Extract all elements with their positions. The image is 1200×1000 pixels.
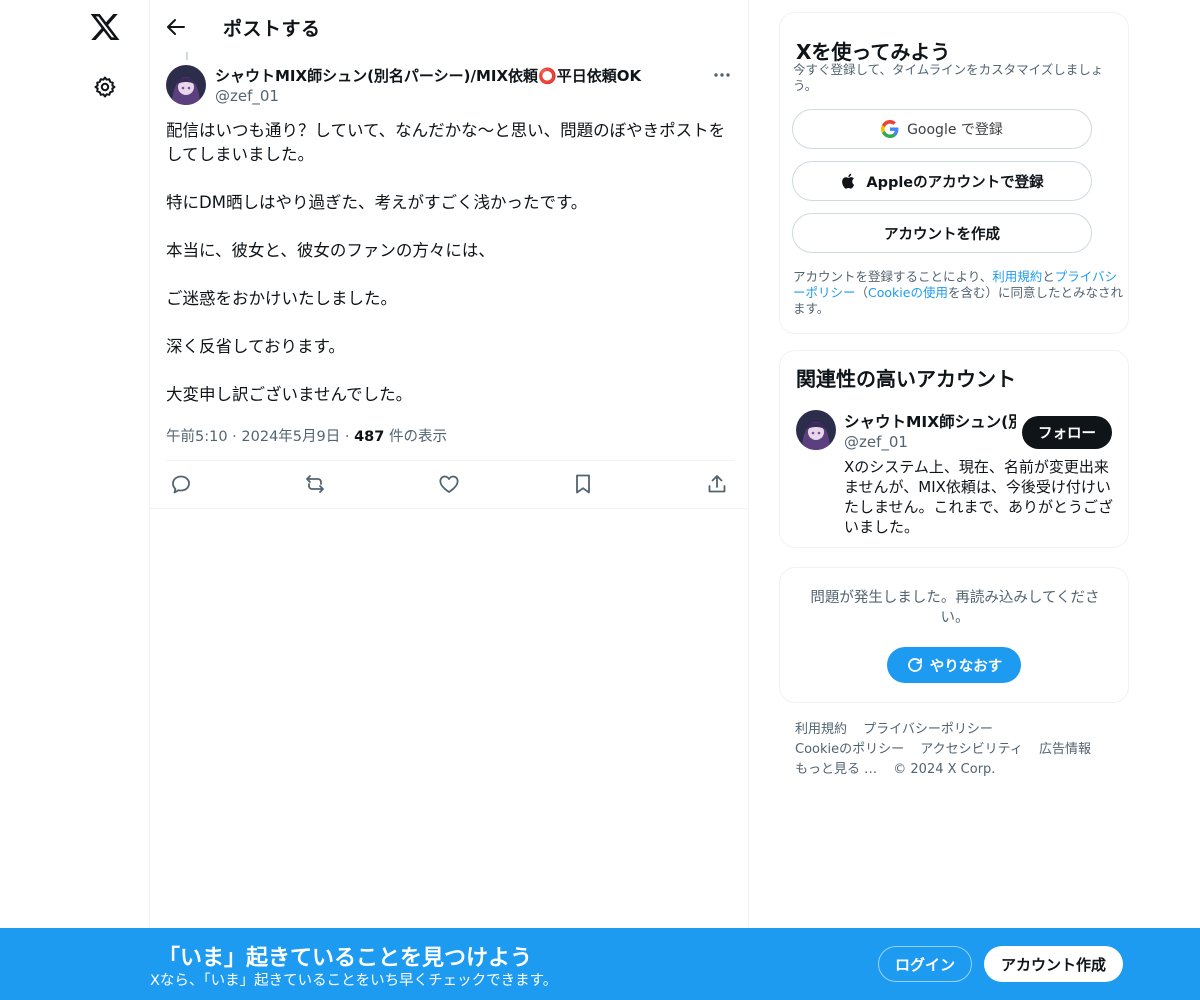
post-time[interactable]: 午前5:10 [166,429,228,445]
post-paragraph: 特にDM晒しはやり過ぎた、考えがすごく浅かったです。 [166,193,588,212]
retry-label: やりなおす [929,658,1003,675]
post-paragraph: ご迷惑をおかけいたしました。 [166,289,397,308]
signup-button[interactable]: アカウント作成 [984,946,1123,982]
footer-links: 利用規約 プライバシーポリシー Cookieのポリシー アクセシビリティ 広告情… [795,720,1125,780]
left-nav [0,0,150,1000]
settings-gear-icon[interactable] [93,75,117,99]
post-paragraph: 深く反省しております。 [166,337,345,356]
footer-link-terms[interactable]: 利用規約 [795,722,847,737]
follow-button[interactable]: フォロー [1022,416,1112,449]
author-name[interactable]: シャウトMIX師シュン(別名パーシー)/MIX依頼⭕平日依頼OK [215,65,641,86]
main-column: ポストする シャウトMIX師シュン(別名パーシー)/MIX依頼⭕平日依頼OK @… [149,0,749,1000]
apple-logo-icon [842,173,855,189]
bottom-signup-bar: 「いま」起きていることを見つけよう Xなら、「いま」起きていることをいち早くチェ… [0,928,1200,1000]
create-account-button[interactable]: アカウントを作成 [792,213,1092,253]
related-title: 関連性の高いアカウント [796,367,1016,391]
post-paragraph: 大変申し訳ございませんでした。 [166,385,413,404]
legal-text: （ [855,285,869,300]
related-account-name[interactable]: シャウトMIX師シュン(別 [844,410,1016,432]
divider [150,508,749,509]
footer-link-accessibility[interactable]: アクセシビリティ [920,742,1023,757]
post-paragraph: 配信はいつも通り？していて、なんだかな〜と思い、問題のぼやきポストをしてしまいま… [166,121,726,164]
error-card: 問題が発生しました。再読み込みしてください。 やりなおす [779,567,1129,703]
x-logo-icon[interactable] [89,11,121,43]
repost-icon[interactable] [303,472,327,496]
page-header: ポストする [150,0,749,53]
cookie-link[interactable]: Cookieの使用 [868,285,948,300]
related-accounts-card: 関連性の高いアカウント シャウトMIX師シュン(別 @zef_01 フォロー X… [779,350,1129,548]
legal-text: と [1042,269,1055,284]
reply-icon[interactable] [169,472,193,496]
related-account-bio: Xのシステム上、現在、名前が変更出来ませんが、MIX依頼は、今後受け付けいたしま… [844,458,1113,536]
post-paragraph: 本当に、彼女と、彼女のファンの方々には、 [166,241,495,260]
retry-button[interactable]: やりなおす [887,647,1021,683]
bottom-bar-title: 「いま」起きていることを見つけよう [158,946,533,971]
terms-link[interactable]: 利用規約 [992,269,1042,284]
view-count: 487 [354,429,385,445]
legal-notice: アカウントを登録することにより、利用規約とプライバシーポリシー（Cookieの使… [793,269,1123,317]
author-avatar[interactable] [166,65,206,105]
google-signup-label: Google で登録 [907,122,1003,138]
bottom-bar-subtitle: Xなら、「いま」起きていることをいち早くチェックできます。 [150,973,558,989]
back-arrow-icon[interactable] [164,15,188,39]
create-account-label: アカウントを作成 [884,226,1000,243]
meta-separator: · [344,429,355,445]
signup-card: Xを使ってみよう 今すぐ登録して、タイムラインをカスタマイズしましょう。 Goo… [779,12,1129,334]
google-signup-button[interactable]: Google で登録 [792,109,1092,149]
post-metadata: 午前5:10 · 2024年5月9日 · 487 件の表示 [166,425,447,446]
signup-title: Xを使ってみよう [796,40,951,64]
footer-link-cookie[interactable]: Cookieのポリシー [795,742,904,757]
thread-connector [186,52,188,60]
more-options-icon[interactable] [711,66,733,84]
signup-subtitle: 今すぐ登録して、タイムラインをカスタマイズしましょう。 [793,62,1104,93]
meta-separator: · [232,429,242,445]
error-message: 問題が発生しました。再読み込みしてください。 [810,590,1100,626]
refresh-icon [907,658,922,672]
like-icon[interactable] [437,472,461,496]
footer-copyright: © 2024 X Corp. [893,762,996,777]
post-action-bar [166,461,734,508]
post-date[interactable]: 2024年5月9日 [241,429,340,445]
related-account-handle[interactable]: @zef_01 [844,433,908,451]
login-button[interactable]: ログイン [878,946,972,982]
bookmark-icon[interactable] [571,472,595,496]
author-handle[interactable]: @zef_01 [215,87,279,105]
footer-link-privacy[interactable]: プライバシーポリシー [863,722,993,737]
legal-text: アカウントを登録することにより、 [793,269,993,284]
post-text: 配信はいつも通り？していて、なんだかな〜と思い、問題のぼやきポストをしてしまいま… [166,119,736,407]
page-title: ポストする [223,18,321,40]
related-avatar[interactable] [796,410,836,450]
apple-signup-button[interactable]: Appleのアカウントで登録 [792,161,1092,201]
view-count-label: 件の表示 [384,429,447,445]
google-logo-icon [881,120,899,138]
footer-link-ads[interactable]: 広告情報 [1039,742,1091,757]
footer-link-more[interactable]: もっと見る … [795,762,877,777]
share-icon[interactable] [705,472,729,496]
apple-signup-label: Appleのアカウントで登録 [866,174,1044,191]
